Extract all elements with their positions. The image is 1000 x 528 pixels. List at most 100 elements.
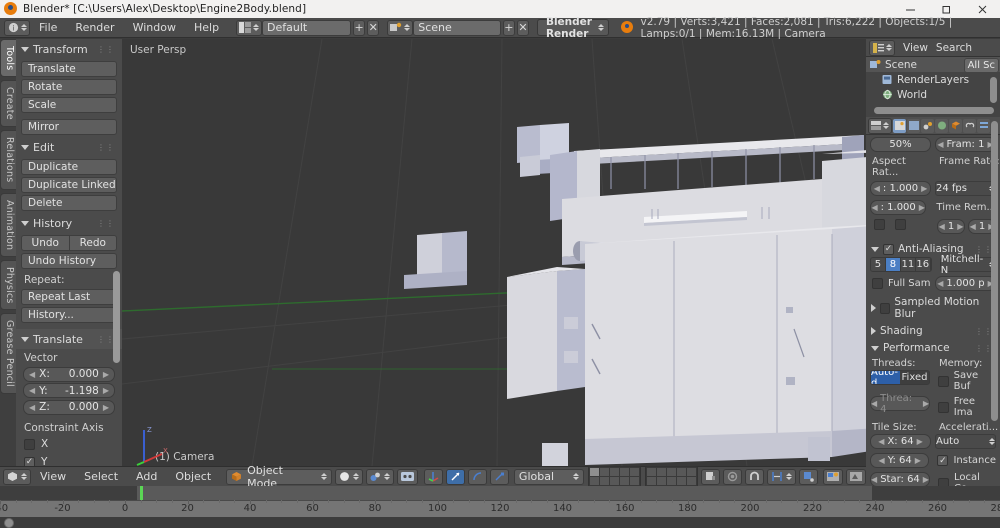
- scene-selector[interactable]: Scene: [413, 19, 501, 36]
- timeline-editor[interactable]: -40 -20 0 20 40 60 80 100 120 140 160 180 200 220 240 2…: [0, 486, 1000, 528]
- aa-sample-5[interactable]: 5: [871, 258, 886, 271]
- translate-z-field[interactable]: ◀ Z: 0.000 ▶: [23, 399, 115, 415]
- threads-mode-auto[interactable]: Auto-d: [871, 371, 900, 384]
- info-editor-icon[interactable]: i: [4, 19, 30, 36]
- tab-scene[interactable]: [921, 118, 934, 133]
- increment-icon[interactable]: ▶: [99, 386, 109, 395]
- outliner-editor-icon[interactable]: [869, 39, 895, 56]
- tool-shelf-scrollbar[interactable]: [113, 271, 120, 363]
- increment-icon[interactable]: ▶: [921, 184, 927, 193]
- undo-history-button[interactable]: Undo History: [21, 253, 117, 269]
- decrement-icon[interactable]: ◀: [878, 437, 884, 446]
- outliner-horizontal-scrollbar[interactable]: [874, 107, 994, 114]
- panel-header-transform[interactable]: Transform ⋮⋮: [16, 39, 122, 59]
- screen-layout-selector[interactable]: Default: [262, 19, 352, 36]
- resolution-percent-field[interactable]: 50%: [870, 137, 931, 152]
- translate-manipulator-icon[interactable]: [445, 468, 465, 485]
- solid-shading-icon[interactable]: [334, 468, 363, 485]
- constraint-axis-y-row[interactable]: ✓ Y: [16, 453, 122, 466]
- delete-button[interactable]: Delete: [21, 195, 117, 211]
- panel-header-sampled-motion-blur[interactable]: Sampled Motion Blur: [866, 293, 1000, 322]
- duplicate-button[interactable]: Duplicate: [21, 159, 117, 175]
- tile-y-field[interactable]: ◀ Y: 64 ▶: [870, 453, 930, 468]
- decrement-icon[interactable]: ◀: [871, 203, 877, 212]
- translate-button[interactable]: Translate: [21, 61, 117, 77]
- frame-field[interactable]: ◀ Fram: 1 ▶: [935, 137, 996, 152]
- 3d-viewport[interactable]: User Persp (1) Camera Z X: [122, 39, 866, 466]
- outliner-tree[interactable]: All Sc Scene RenderLayers World: [866, 57, 1000, 117]
- menu-help[interactable]: Help: [185, 19, 228, 37]
- panel-header-translate-operator[interactable]: Translate ⋮⋮: [16, 329, 122, 349]
- outliner-menu-search[interactable]: Search: [936, 42, 972, 54]
- translate-y-field[interactable]: ◀ Y: -1.198 ▶: [23, 383, 115, 398]
- scene-icon[interactable]: [387, 19, 414, 36]
- timeline-track[interactable]: [0, 486, 1000, 500]
- outliner-row-world[interactable]: World: [866, 87, 1000, 102]
- aspect-y-field[interactable]: ◀ : 1.000 ▶: [870, 200, 927, 215]
- menu-render[interactable]: Render: [66, 19, 123, 37]
- history-button[interactable]: History...: [21, 307, 117, 323]
- add-scene-button[interactable]: +: [502, 19, 515, 36]
- motion-blur-checkbox-icon[interactable]: [880, 302, 891, 314]
- tab-constraints[interactable]: [963, 118, 976, 133]
- border-checkbox-icon[interactable]: [874, 219, 885, 230]
- manipulator-icon[interactable]: [423, 468, 443, 485]
- record-icon[interactable]: [723, 468, 742, 485]
- increment-icon[interactable]: ▶: [99, 403, 109, 412]
- render-shading-icon[interactable]: [823, 468, 843, 485]
- viewport-menu-object[interactable]: Object: [166, 468, 220, 486]
- view3d-editor-icon[interactable]: [3, 468, 31, 485]
- outliner-display-mode[interactable]: All Sc: [963, 58, 999, 73]
- rotate-manipulator-icon[interactable]: [467, 468, 487, 485]
- tab-world[interactable]: [935, 118, 948, 133]
- panel-header-edit[interactable]: Edit ⋮⋮: [16, 137, 122, 157]
- mirror-button[interactable]: Mirror: [21, 119, 117, 135]
- duplicate-linked-button[interactable]: Duplicate Linked: [21, 177, 117, 193]
- interaction-mode-selector[interactable]: Object Mode: [226, 464, 332, 490]
- render-engine-selector[interactable]: Blender Render: [536, 16, 610, 40]
- translate-x-field[interactable]: ◀ X: 0.000 ▶: [23, 366, 115, 382]
- panel-header-shading[interactable]: Shading ⋮⋮: [866, 322, 1000, 339]
- acceleration-selector[interactable]: Auto: [935, 434, 996, 449]
- increment-icon[interactable]: ▶: [917, 437, 923, 446]
- sidebar-item-physics[interactable]: Physics: [0, 259, 16, 311]
- threads-mode-fixed[interactable]: Fixed: [900, 371, 929, 384]
- constraint-axis-x-row[interactable]: X: [16, 435, 122, 453]
- increment-icon[interactable]: ▶: [919, 203, 925, 212]
- crop-checkbox-icon[interactable]: [895, 219, 906, 230]
- decrement-icon[interactable]: ◀: [937, 279, 943, 288]
- sidebar-item-grease-pencil[interactable]: Grease Pencil: [0, 313, 16, 395]
- decrement-icon[interactable]: ◀: [871, 475, 877, 484]
- checkbox-x-icon[interactable]: [24, 438, 35, 450]
- redo-button[interactable]: Redo: [70, 236, 117, 250]
- panel-header-history[interactable]: History ⋮⋮: [16, 213, 122, 233]
- tile-x-field[interactable]: ◀ X: 64 ▶: [870, 434, 931, 449]
- outliner-vertical-scrollbar[interactable]: [990, 77, 997, 103]
- scale-manipulator-icon[interactable]: [489, 468, 509, 485]
- snap-element-icon[interactable]: [767, 468, 796, 485]
- undo-button[interactable]: Undo: [22, 236, 70, 250]
- remove-layout-button[interactable]: ✕: [367, 19, 380, 36]
- tab-modifiers[interactable]: [977, 118, 990, 133]
- increment-icon[interactable]: ▶: [957, 222, 963, 231]
- properties-editor-icon[interactable]: [868, 117, 892, 134]
- menu-window[interactable]: Window: [124, 19, 185, 37]
- menu-file[interactable]: File: [30, 19, 66, 37]
- tab-render[interactable]: [893, 118, 906, 133]
- increment-icon[interactable]: ▶: [99, 370, 109, 379]
- tab-object[interactable]: [949, 118, 962, 133]
- timeline-scroll-knob[interactable]: [4, 518, 14, 528]
- lock-icon[interactable]: [701, 468, 720, 485]
- snap-target-icon[interactable]: [799, 468, 818, 485]
- viewport-menu-select[interactable]: Select: [75, 468, 127, 486]
- local-coords-checkbox-icon[interactable]: [938, 477, 949, 486]
- instances-checkbox-icon[interactable]: ✓: [937, 455, 949, 466]
- sidebar-item-relations[interactable]: Relations: [0, 130, 16, 190]
- sidebar-item-animation[interactable]: Animation: [0, 192, 16, 257]
- sidebar-item-tools[interactable]: Tools: [0, 39, 16, 78]
- aa-filter-size-field[interactable]: ◀ 1.000 p ▶: [935, 276, 996, 291]
- start-resolution-field[interactable]: ◀ Star: 64 ▶: [870, 472, 930, 486]
- rotate-button[interactable]: Rotate: [21, 79, 117, 95]
- scene-layers-icon[interactable]: [588, 466, 641, 487]
- decrement-icon[interactable]: ◀: [970, 222, 976, 231]
